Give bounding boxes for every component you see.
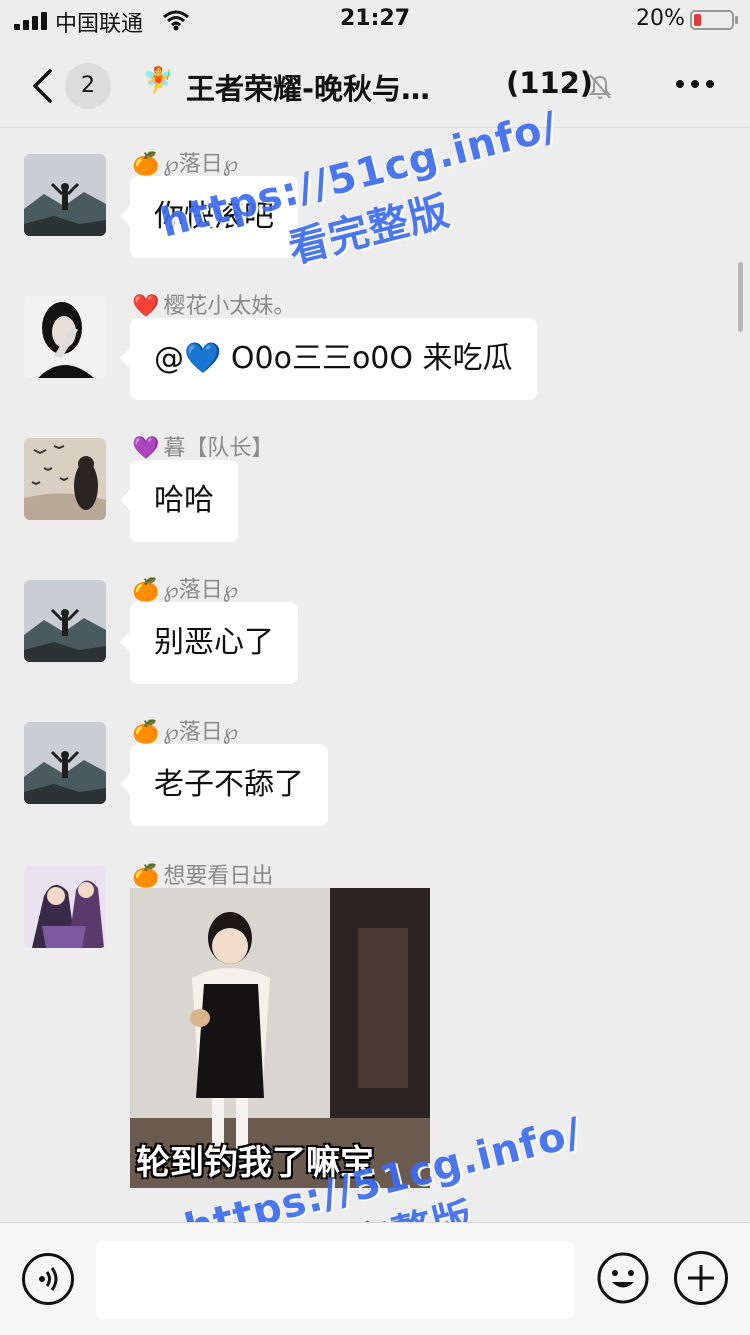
battery-icon	[690, 10, 738, 30]
purple-heart-emoji-icon: 💜	[132, 436, 160, 461]
message-bubble[interactable]: 别恶心了	[120, 602, 298, 684]
mountain-person-avatar[interactable]	[24, 154, 106, 236]
muted-bell-icon	[588, 74, 612, 99]
orange-emoji-icon: 🍊	[132, 864, 160, 889]
chat-header: 2 🧚 王者荣耀-晚秋与… (112)	[0, 44, 750, 128]
birds-girl-avatar[interactable]	[24, 438, 106, 520]
watermark: https://51cg.info/ 看完整版	[156, 103, 563, 273]
unread-count-badge[interactable]: 2	[65, 63, 111, 109]
anime-couple-avatar[interactable]	[24, 866, 106, 948]
orange-emoji-icon: 🍊	[132, 720, 160, 745]
message-bubble[interactable]: 哈哈	[120, 460, 238, 542]
battery-level	[694, 14, 701, 26]
sender-name: 🍊 ℘落日℘	[132, 152, 239, 177]
battery-percent: 20%	[636, 6, 685, 31]
message-bubble[interactable]: 老子不舔了	[120, 744, 328, 826]
input-bar	[0, 1222, 750, 1335]
mountain-person-avatar[interactable]	[24, 722, 106, 804]
red-heart-emoji-icon: ❤️	[132, 294, 160, 319]
member-count: (112)	[506, 66, 594, 100]
add-plus-icon[interactable]	[674, 1251, 728, 1305]
emoji-face-icon[interactable]	[596, 1251, 650, 1305]
girl-covering-face-avatar[interactable]	[24, 296, 106, 378]
message-bubble[interactable]: @💙 O0o三三o0O 来吃瓜	[120, 318, 537, 400]
sender-name: 🍊 ℘落日℘	[132, 720, 239, 745]
voice-input-icon[interactable]	[22, 1253, 74, 1305]
sender-name: 💜 暮【队长】	[132, 436, 274, 461]
sender-name: 🍊 想要看日出	[132, 864, 274, 889]
orange-emoji-icon: 🍊	[132, 152, 160, 177]
message-input[interactable]	[96, 1241, 574, 1319]
more-menu-icon[interactable]	[676, 80, 714, 90]
status-bar: 中国联通 21:27 20%	[0, 0, 750, 44]
mountain-person-avatar[interactable]	[24, 580, 106, 662]
fairy-icon: 🧚	[142, 66, 175, 96]
back-chevron-icon[interactable]	[30, 68, 56, 104]
chat-title[interactable]: 王者荣耀-晚秋与…	[186, 66, 430, 108]
scrollbar[interactable]	[738, 262, 743, 332]
blue-heart-emoji-icon: 💙	[184, 341, 222, 376]
sticker-image[interactable]: 轮到钓我了嘛宝	[130, 888, 430, 1188]
sender-name: 🍊 ℘落日℘	[132, 578, 239, 603]
orange-emoji-icon: 🍊	[132, 578, 160, 603]
